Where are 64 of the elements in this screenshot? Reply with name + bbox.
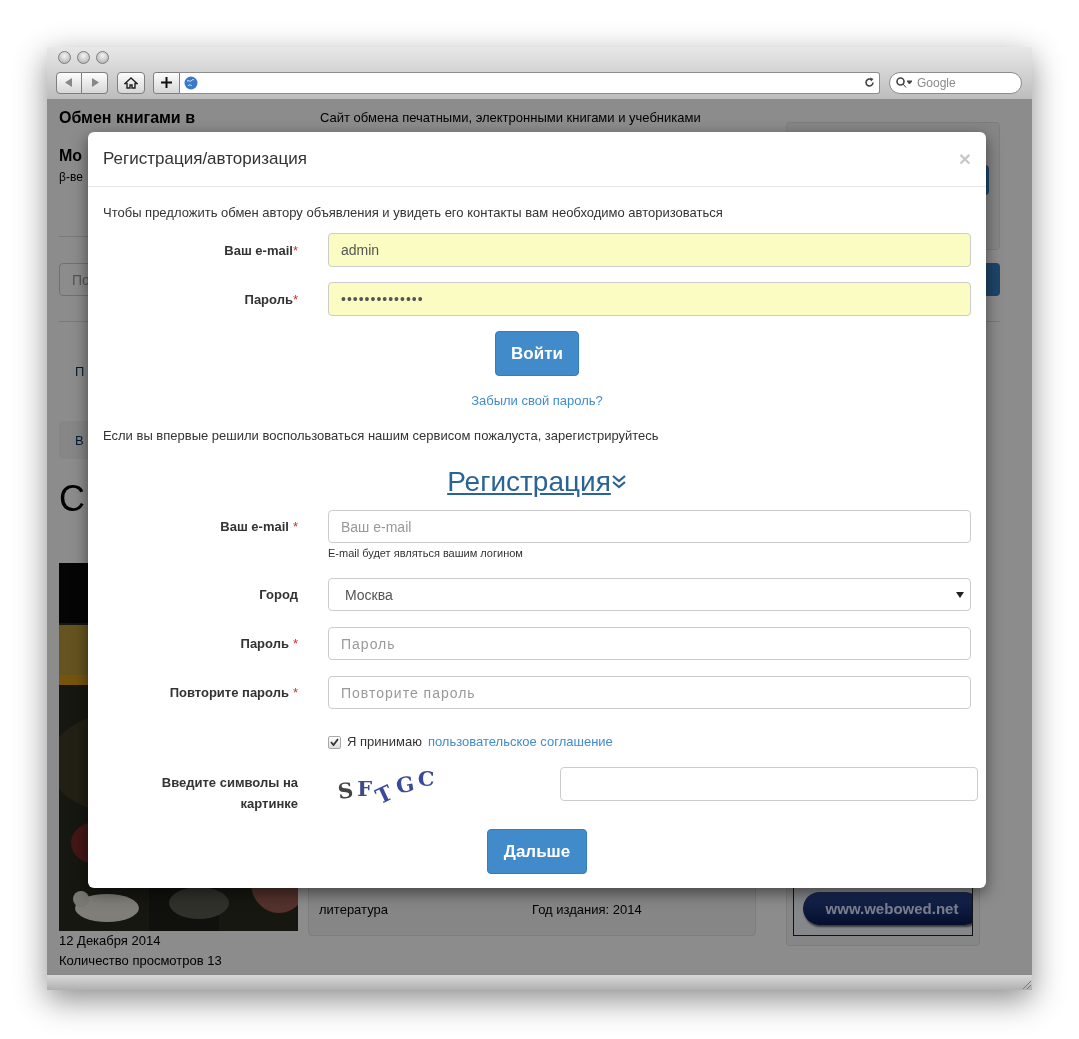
resize-grip-icon[interactable] — [1020, 978, 1032, 990]
nav-link[interactable]: П — [75, 364, 85, 379]
window-button[interactable] — [96, 51, 109, 64]
required-mark: * — [292, 291, 298, 307]
back-button[interactable] — [56, 71, 82, 94]
address-field[interactable] — [180, 71, 880, 94]
field-label: Пароль — [240, 636, 289, 651]
year-text: Год издания: 2014 — [532, 902, 643, 917]
listing-date: 12 Декабря 2014 — [59, 932, 162, 950]
captcha-label: Введите символы на картинке — [160, 774, 298, 813]
site-title: Обмен книгами в — [59, 108, 195, 128]
view-count: Количество просмотров 13 — [59, 952, 223, 970]
agreement-link[interactable]: пользовательское соглашение — [427, 732, 613, 752]
plus-icon — [161, 77, 172, 88]
password-field[interactable]: Пароль — [328, 627, 971, 660]
required-mark: * — [292, 636, 298, 651]
search-field[interactable]: Google — [889, 71, 1022, 94]
required-mark: * — [292, 685, 298, 700]
forward-icon — [90, 78, 99, 87]
captcha-field[interactable] — [560, 767, 978, 801]
window-button[interactable] — [58, 51, 71, 64]
dialog-title: Регистрация/авторизация — [103, 149, 307, 169]
captcha-letter: C — [417, 766, 435, 791]
back-icon — [65, 78, 73, 87]
caret-icon — [956, 591, 964, 598]
double-chevron-icon[interactable] — [610, 474, 627, 490]
add-bookmark-button[interactable] — [153, 71, 180, 94]
register-intro: Если вы впервые решили воспользоваться нашим сервисом пожалуста, зарегистрируйтесь — [103, 427, 660, 445]
password-field[interactable]: •••••••••••••• — [328, 282, 971, 316]
city-select[interactable]: Москва — [328, 578, 971, 611]
beta-label: β-ве — [59, 169, 84, 186]
window-button[interactable] — [77, 51, 90, 64]
required-mark: * — [292, 519, 298, 534]
forward-button[interactable] — [82, 71, 108, 94]
register-link[interactable]: Регистрация — [447, 464, 611, 500]
field-label: Повторите пароль — [169, 685, 289, 700]
agreement-checkbox[interactable] — [328, 735, 341, 749]
login-button[interactable]: Войти — [495, 331, 579, 376]
page-heading: С — [59, 478, 85, 519]
home-icon — [124, 76, 138, 89]
field-label: Пароль — [244, 291, 293, 307]
field-label: Город — [259, 587, 298, 602]
breadcrumb-link[interactable]: В — [75, 432, 84, 448]
home-button[interactable] — [117, 71, 145, 94]
required-mark: * — [292, 242, 298, 258]
reload-icon[interactable] — [864, 77, 875, 88]
help-text: E-mail будет являться вашим логином — [328, 546, 524, 560]
ad-link-button[interactable]: www.webowed.net — [803, 892, 972, 925]
agreement-text: Я принимаю — [347, 733, 422, 751]
captcha-letter: F — [357, 776, 373, 801]
globe-icon — [184, 75, 198, 90]
email-field[interactable]: admin — [328, 233, 971, 267]
password-field[interactable]: Повторите пароль — [328, 676, 971, 709]
login-intro: Чтобы предложить обмен автору объявления и увидеть его контакты вам необходимо авторизоваться — [103, 204, 724, 222]
captcha-letter: S — [336, 777, 355, 804]
genre-text: литература — [319, 902, 389, 917]
site-title: Мо — [59, 146, 83, 166]
search-icon — [896, 76, 912, 88]
field-label: Ваш e-mail — [224, 242, 293, 258]
field-label: Ваш e-mail — [220, 519, 289, 534]
email-field[interactable]: Ваш e-mail — [328, 510, 971, 543]
next-button[interactable]: Дальше — [487, 829, 587, 874]
site-tagline: Сайт обмена печатными, электронными книгами и учебниками — [320, 110, 701, 125]
forgot-password-link[interactable]: Забыли свой пароль? — [471, 393, 603, 408]
